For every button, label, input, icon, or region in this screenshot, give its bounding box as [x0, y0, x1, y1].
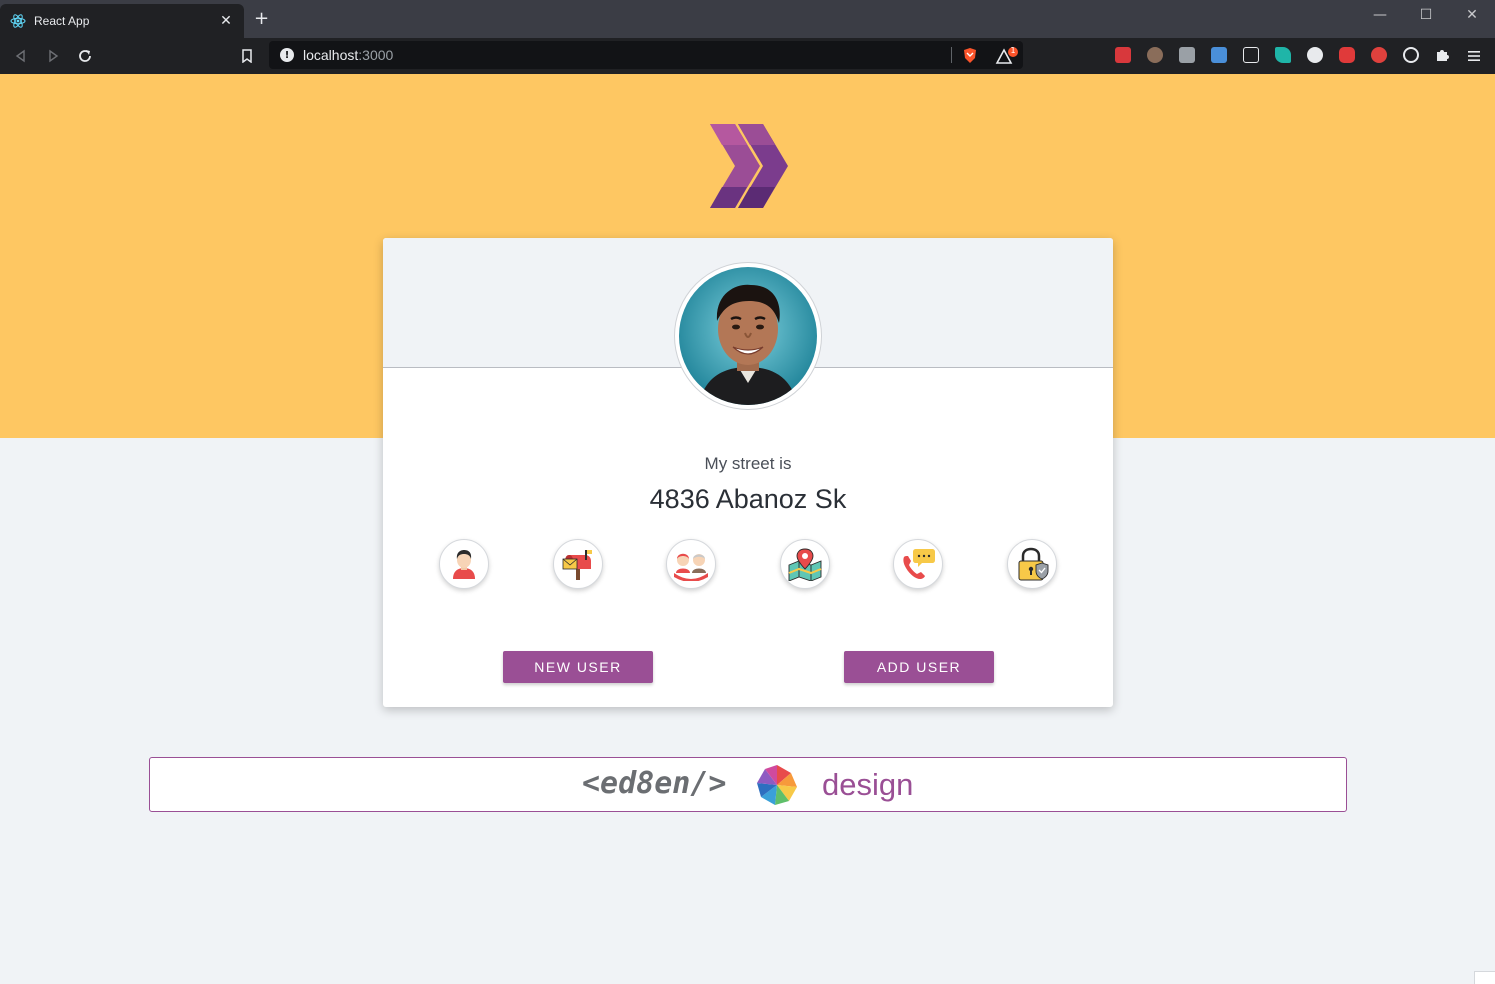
password-button[interactable]: [1007, 539, 1057, 589]
age-button[interactable]: [666, 539, 716, 589]
back-icon[interactable]: [12, 47, 30, 65]
info-label: My street is: [704, 454, 792, 473]
user-card: My street is 4836 Abanoz Sk NEW USER ADD…: [383, 238, 1113, 707]
padlock-icon: [1018, 547, 1049, 581]
logo-chevrons-icon: [710, 124, 788, 208]
address-bar[interactable]: ! localhost :3000 1: [269, 41, 1023, 69]
avatar: [674, 262, 822, 410]
url-divider: [951, 47, 952, 63]
bookmark-icon[interactable]: [238, 47, 256, 65]
name-button[interactable]: [439, 539, 489, 589]
extension-icon-3[interactable]: [1179, 47, 1195, 63]
brave-rewards-icon[interactable]: 1: [995, 46, 1019, 69]
extension-icon-8[interactable]: [1339, 47, 1355, 63]
extension-icon-6[interactable]: [1275, 47, 1291, 63]
extension-icon-10[interactable]: [1403, 47, 1419, 63]
brave-shields-icon[interactable]: [962, 47, 978, 68]
new-user-button[interactable]: NEW USER: [503, 651, 653, 683]
footer-banner[interactable]: <ed8en/> design: [149, 757, 1347, 812]
footer-code-text: <ed8en/>: [582, 766, 727, 801]
add-user-button[interactable]: ADD USER: [844, 651, 994, 683]
corner-widget[interactable]: [1474, 971, 1495, 984]
extension-icon-1[interactable]: [1115, 47, 1131, 63]
footer-design-text: design: [822, 767, 914, 802]
url-host: localhost: [303, 47, 359, 63]
user-icon: [453, 550, 475, 579]
minimize-button[interactable]: —: [1357, 0, 1403, 30]
play-extension-icon[interactable]: [1371, 47, 1387, 63]
new-tab-button[interactable]: +: [254, 10, 269, 28]
window-controls: — ☐ ✕: [1357, 0, 1495, 30]
reload-icon[interactable]: [76, 47, 94, 65]
forward-icon[interactable]: [44, 47, 62, 65]
react-icon: [10, 13, 26, 29]
extension-icon-7[interactable]: [1307, 47, 1323, 63]
site-info-icon[interactable]: !: [280, 48, 294, 62]
street-button[interactable]: [780, 539, 830, 589]
phone-icon: [903, 549, 935, 579]
phone-button[interactable]: [893, 539, 943, 589]
browser-tab[interactable]: React App ✕: [0, 4, 244, 38]
map-pin-icon: [788, 548, 822, 581]
info-value: 4836 Abanoz Sk: [649, 484, 847, 514]
family-icon: [674, 553, 708, 581]
tab-title: React App: [34, 14, 90, 28]
menu-icon[interactable]: [1468, 48, 1480, 67]
mailbox-icon: [562, 550, 592, 580]
email-button[interactable]: [553, 539, 603, 589]
extension-icon-2[interactable]: [1147, 47, 1163, 63]
tab-close-icon[interactable]: ✕: [218, 13, 234, 29]
url-port: :3000: [358, 47, 394, 63]
rewards-badge: 1: [1010, 46, 1016, 55]
tab-strip: React App ✕ + — ☐ ✕: [0, 0, 1495, 38]
close-window-button[interactable]: ✕: [1449, 0, 1495, 30]
pinwheel-icon: [756, 764, 798, 806]
translate-extension-icon[interactable]: [1211, 47, 1227, 63]
maximize-button[interactable]: ☐: [1403, 0, 1449, 30]
extensions-puzzle-icon[interactable]: [1435, 47, 1451, 67]
extension-icon-5[interactable]: [1243, 47, 1259, 63]
